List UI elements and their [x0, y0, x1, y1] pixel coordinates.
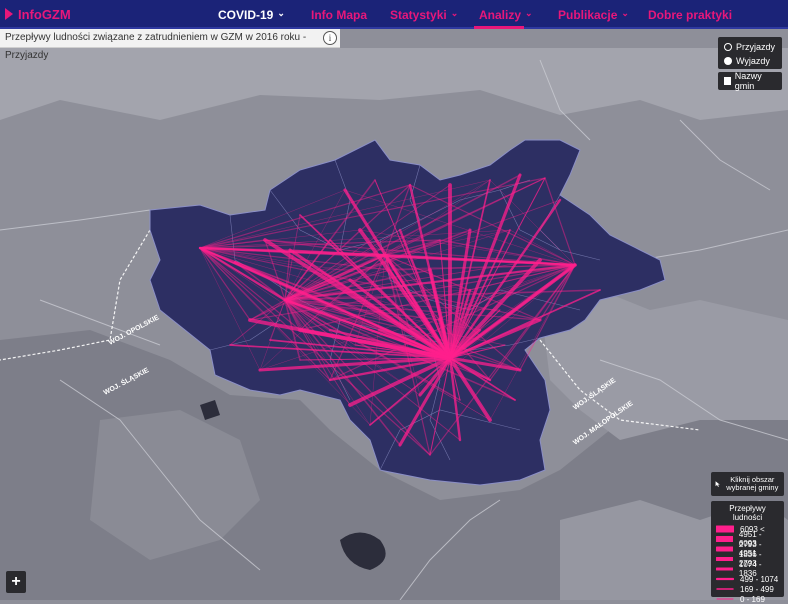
legend-item: 169 - 499 [716, 584, 779, 594]
hint-text: Kliknij obszar wybranej gminy [726, 475, 779, 492]
legend-swatch [716, 536, 733, 542]
map-canvas[interactable]: WOJ. OPOLSKIE WOJ. ŚLĄSKIE WOJ. ŚLĄSKIE … [0, 48, 788, 600]
nav-publikacje[interactable]: Publikacje ⌄ [558, 0, 629, 29]
legend-swatch [716, 567, 733, 571]
zoom-in-button[interactable]: + [6, 571, 26, 593]
radio-label: Wyjazdy [736, 56, 770, 66]
legend-swatch [716, 525, 734, 533]
legend-label: 499 - 1074 [740, 574, 779, 584]
legend-item: 499 - 1074 [716, 574, 779, 584]
click-hint: Kliknij obszar wybranej gminy [711, 472, 784, 496]
nav-covid-19[interactable]: COVID-19 ⌄ [218, 0, 285, 29]
nav-label: Statystyki [390, 7, 447, 22]
legend-rows: 6093 <4951 - 6093 2793 - 4951 1836 - 2793 1… [716, 524, 779, 604]
radio-wyjazdy[interactable]: Wyjazdy [724, 54, 776, 68]
nav-label: Publikacje [558, 7, 618, 22]
legend-swatch [716, 588, 734, 590]
top-navigation-bar: InfoGZM COVID-19 ⌄ Info Mapa Statystyki … [0, 0, 788, 29]
map-title-bar: Przepływy ludności związane z zatrudnien… [0, 29, 340, 61]
radio-button[interactable] [724, 57, 732, 65]
nav-label: Info Mapa [311, 7, 367, 22]
nav-dobre-praktyki[interactable]: Dobre praktyki [648, 0, 732, 29]
radio-przyjazdy[interactable]: Przyjazdy [724, 40, 776, 54]
radio-label: Przyjazdy [736, 42, 776, 52]
radio-button[interactable] [724, 43, 732, 51]
nav-label: Analizy [479, 7, 522, 22]
plus-icon: + [11, 573, 21, 590]
cursor-icon [715, 481, 720, 487]
legend-item: 1074 - 1836 [716, 560, 779, 578]
legend-swatch [716, 546, 733, 552]
legend-panel: Przepływy ludności 6093 <4951 - 6093 2793… [711, 501, 784, 604]
nav-analizy[interactable]: Analizy ⌄ [479, 0, 533, 29]
legend-title: Przepływy ludności [729, 504, 766, 522]
brand-name: InfoGZM [18, 6, 71, 22]
direction-toggle-panel: Przyjazdy Wyjazdy [718, 37, 782, 69]
legend-swatch [716, 598, 734, 600]
nav-info-mapa[interactable]: Info Mapa [311, 0, 367, 29]
nav-statystyki[interactable]: Statystyki ⌄ [390, 0, 458, 29]
active-tab-indicator [474, 26, 524, 29]
municipality-names-panel[interactable]: Nazwy gmin [718, 71, 782, 91]
legend-label: 0 - 169 [740, 594, 765, 604]
chevron-right-icon [5, 8, 13, 20]
nav-label: COVID-19 [218, 7, 274, 22]
checkbox-label: Nazwy gmin [734, 71, 762, 91]
chevron-down-icon: ⌄ [621, 8, 629, 18]
nav-label: Dobre praktyki [648, 7, 733, 22]
legend-swatch [716, 577, 734, 581]
legend-swatch [716, 557, 733, 561]
chevron-down-icon: ⌄ [450, 8, 459, 18]
legend-item: 0 - 169 [716, 594, 779, 604]
checkbox[interactable] [724, 77, 731, 85]
chevron-down-icon: ⌄ [525, 8, 533, 18]
chevron-down-icon: ⌄ [277, 8, 285, 18]
legend-label: 169 - 499 [740, 584, 774, 594]
brand-logo[interactable]: InfoGZM [4, 6, 71, 22]
info-icon[interactable]: i [323, 31, 337, 45]
